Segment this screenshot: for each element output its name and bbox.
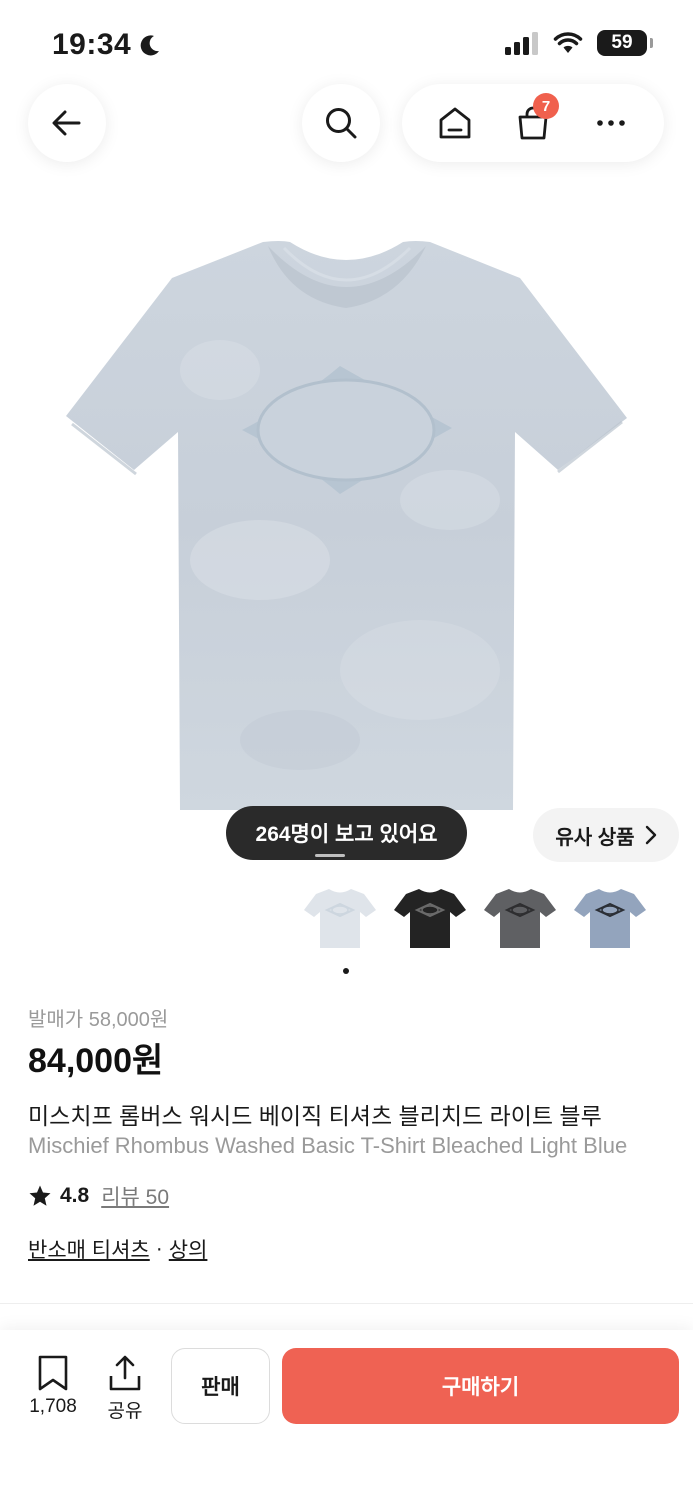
status-right: 59 bbox=[505, 30, 653, 56]
wifi-icon bbox=[553, 32, 583, 53]
bottom-action-bar: 1,708 공유 판매 구매하기 bbox=[0, 1330, 693, 1500]
title-fade bbox=[620, 1128, 693, 1164]
category-separator: · bbox=[155, 1237, 163, 1260]
color-thumbnails bbox=[302, 880, 648, 956]
battery-level: 59 bbox=[611, 32, 633, 53]
bookmark-count: 1,708 bbox=[29, 1396, 77, 1417]
color-thumbnail-2[interactable] bbox=[392, 880, 468, 956]
bookmark-icon bbox=[38, 1355, 68, 1391]
tshirt-thumbnail-image bbox=[574, 889, 646, 948]
star-icon bbox=[29, 1185, 51, 1206]
category-link-short-sleeve[interactable]: 반소매 티셔츠 bbox=[28, 1234, 150, 1264]
more-button[interactable] bbox=[581, 93, 641, 153]
arrow-left-icon bbox=[52, 110, 81, 136]
status-time: 19:34 bbox=[52, 28, 132, 61]
status-bar: 19:34 59 bbox=[0, 0, 693, 90]
color-thumbnail-1[interactable] bbox=[302, 880, 378, 956]
divider bbox=[0, 1303, 693, 1304]
battery-icon: 59 bbox=[597, 30, 653, 56]
moon-icon bbox=[140, 35, 160, 56]
buy-button[interactable]: 구매하기 bbox=[282, 1348, 679, 1424]
viewers-count-pill: 264명이 보고 있어요 bbox=[226, 806, 467, 860]
cart-button[interactable]: 7 bbox=[503, 93, 563, 153]
more-icon bbox=[597, 120, 625, 126]
share-button[interactable]: 공유 bbox=[98, 1354, 152, 1423]
home-button[interactable] bbox=[425, 93, 485, 153]
similar-products-label: 유사 상품 bbox=[555, 826, 635, 849]
cellular-signal-icon bbox=[505, 32, 538, 55]
home-icon bbox=[439, 107, 471, 139]
color-thumbnail-4[interactable] bbox=[572, 880, 648, 956]
category-link-tops[interactable]: 상의 bbox=[169, 1234, 208, 1264]
price: 84,000원 bbox=[28, 1042, 164, 1080]
rating-value: 4.8 bbox=[60, 1184, 90, 1207]
similar-products-button[interactable]: 유사 상품 bbox=[533, 808, 679, 862]
back-button[interactable] bbox=[28, 84, 106, 162]
search-button[interactable] bbox=[302, 84, 380, 162]
cart-badge: 7 bbox=[533, 93, 559, 119]
thumbnail-page-dot bbox=[343, 968, 349, 974]
sell-button[interactable]: 판매 bbox=[171, 1348, 270, 1424]
tshirt-thumbnail-image bbox=[394, 889, 466, 948]
nav-pill: 7 bbox=[402, 84, 664, 162]
chevron-right-icon bbox=[645, 825, 656, 845]
share-icon bbox=[109, 1355, 141, 1391]
bookmark-button[interactable]: 1,708 bbox=[22, 1354, 84, 1418]
category-breadcrumb: 반소매 티셔츠 · 상의 bbox=[28, 1234, 207, 1264]
image-slider-indicator bbox=[315, 854, 345, 857]
release-price: 발매가 58,000원 bbox=[28, 1009, 169, 1031]
tshirt-thumbnail-image bbox=[484, 889, 556, 948]
tshirt-thumbnail-image bbox=[304, 889, 376, 948]
share-label: 공유 bbox=[107, 1401, 143, 1422]
status-time-group: 19:34 bbox=[52, 28, 161, 62]
product-title-korean: 미스치프 롬버스 워시드 베이직 티셔츠 블리치드 라이트 블루 bbox=[28, 1103, 602, 1129]
product-title-english: Mischief Rhombus Washed Basic T-Shirt Bl… bbox=[28, 1133, 628, 1158]
review-link[interactable]: 리뷰 50 bbox=[101, 1181, 169, 1211]
product-image[interactable] bbox=[0, 200, 693, 860]
rating-row: 4.8 리뷰 50 bbox=[28, 1181, 169, 1211]
color-thumbnail-3[interactable] bbox=[482, 880, 558, 956]
search-icon bbox=[326, 108, 357, 139]
